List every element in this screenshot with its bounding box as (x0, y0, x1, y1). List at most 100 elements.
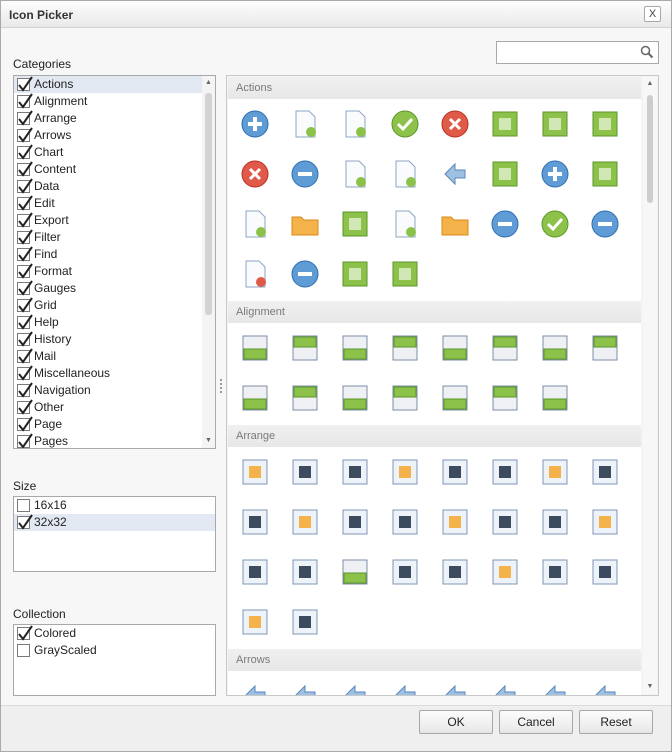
scroll-up-icon[interactable]: ▲ (643, 78, 657, 90)
bring-forward-2-icon[interactable] (489, 456, 521, 488)
search-box[interactable] (496, 41, 659, 64)
cancel-red-icon[interactable] (439, 108, 471, 140)
redo-icon[interactable] (539, 208, 571, 240)
category-item[interactable]: Chart (14, 144, 215, 161)
send-to-back-icon[interactable] (239, 506, 271, 538)
move-icon[interactable] (489, 158, 521, 190)
category-item[interactable]: Navigation (14, 382, 215, 399)
checkbox[interactable] (17, 644, 30, 657)
checkbox[interactable] (17, 212, 33, 228)
distribute-columns-icon[interactable] (439, 382, 471, 414)
apply-icon[interactable] (389, 108, 421, 140)
align-right-icon[interactable] (339, 382, 371, 414)
bring-forward-icon[interactable] (239, 456, 271, 488)
send-to-back-2-icon[interactable] (339, 506, 371, 538)
checkbox[interactable] (17, 110, 33, 126)
category-item[interactable]: Page (14, 416, 215, 433)
checkbox[interactable] (17, 416, 33, 432)
delete-document-icon[interactable] (389, 158, 421, 190)
wrap-in-front-icon[interactable] (439, 506, 471, 538)
checkbox[interactable] (17, 195, 33, 211)
send-backward-2-icon[interactable] (589, 456, 621, 488)
scroll-thumb[interactable] (205, 93, 212, 315)
double-last-icon[interactable] (289, 680, 321, 696)
edit-image-icon[interactable] (589, 158, 621, 190)
insert-icon[interactable] (239, 208, 271, 240)
scroll-up-icon[interactable]: ▲ (202, 77, 215, 89)
send-backward-icon[interactable] (539, 456, 571, 488)
checkbox[interactable] (17, 127, 33, 143)
wrap-behind-icon[interactable] (389, 506, 421, 538)
category-item[interactable]: Pages (14, 433, 215, 448)
delete-icon[interactable] (239, 158, 271, 190)
add-icon[interactable] (239, 108, 271, 140)
checkbox[interactable] (17, 76, 33, 92)
copy-icon[interactable] (339, 208, 371, 240)
picture-float-icon[interactable] (289, 606, 321, 638)
category-item[interactable]: Find (14, 246, 215, 263)
checkbox[interactable] (17, 433, 33, 448)
checkbox[interactable] (17, 331, 33, 347)
close-button[interactable]: X (644, 6, 661, 22)
category-item[interactable]: History (14, 331, 215, 348)
scroll-down-icon[interactable]: ▼ (643, 681, 657, 693)
checkbox[interactable] (17, 161, 33, 177)
last-icon[interactable] (489, 680, 521, 696)
bring-to-front-circle-icon[interactable] (389, 456, 421, 488)
remove-document-blue-icon[interactable] (239, 258, 271, 290)
checkbox[interactable] (17, 144, 33, 160)
picture-bottom-icon[interactable] (539, 556, 571, 588)
category-item[interactable]: Export (14, 212, 215, 229)
text-alignment-icon[interactable] (539, 382, 571, 414)
align-top-icon[interactable] (439, 332, 471, 364)
category-item[interactable]: Arrows (14, 127, 215, 144)
open-folder-icon[interactable] (289, 208, 321, 240)
picture-top-icon[interactable] (439, 556, 471, 588)
picture-inline-icon[interactable] (239, 606, 271, 638)
double-first-icon[interactable] (239, 680, 271, 696)
bring-to-front-2-icon[interactable] (339, 456, 371, 488)
wrap-square-icon[interactable] (489, 506, 521, 538)
download-icon[interactable] (439, 158, 471, 190)
collection-item[interactable]: Colored (14, 625, 215, 642)
category-item[interactable]: Filter (14, 229, 215, 246)
collection-list[interactable]: Colored GrayScaled (13, 624, 216, 696)
category-item[interactable]: Arrange (14, 110, 215, 127)
checkbox[interactable] (17, 514, 33, 530)
show-icon[interactable] (289, 258, 321, 290)
checkbox[interactable] (17, 297, 33, 313)
category-item[interactable]: Data (14, 178, 215, 195)
search-input[interactable] (499, 44, 635, 61)
category-item[interactable]: Alignment (14, 93, 215, 110)
align-middle-icon[interactable] (339, 332, 371, 364)
checkbox[interactable] (17, 348, 33, 364)
categories-scrollbar[interactable]: ▲ ▼ (202, 76, 215, 448)
scroll-down-icon[interactable]: ▼ (202, 435, 215, 447)
category-item[interactable]: Edit (14, 195, 215, 212)
distribute-rows-icon[interactable] (489, 382, 521, 414)
checkbox[interactable] (17, 499, 30, 512)
split-horizontal-icon[interactable] (339, 258, 371, 290)
align-vertical-center-icon[interactable] (539, 332, 571, 364)
center-horizontal-icon[interactable] (589, 332, 621, 364)
send-to-back-circle-icon[interactable] (289, 506, 321, 538)
checkbox[interactable] (17, 229, 33, 245)
cancel-button[interactable]: Cancel (499, 710, 573, 734)
folder-icon[interactable] (439, 208, 471, 240)
down-icon[interactable] (539, 680, 571, 696)
size-list[interactable]: 16x16 32x32 (13, 496, 216, 572)
checkbox[interactable] (17, 382, 33, 398)
collection-item[interactable]: GrayScaled (14, 642, 215, 659)
merge-horizontal-icon[interactable] (389, 258, 421, 290)
checkbox[interactable] (17, 314, 33, 330)
picture-text-icon[interactable] (589, 556, 621, 588)
checkbox[interactable] (17, 263, 33, 279)
reset-button[interactable]: Reset (579, 710, 653, 734)
eraser-icon[interactable] (489, 108, 521, 140)
category-item[interactable]: Other (14, 399, 215, 416)
category-item[interactable]: Help (14, 314, 215, 331)
checkbox[interactable] (17, 399, 33, 415)
size-item[interactable]: 16x16 (14, 497, 215, 514)
reset-icon[interactable] (489, 208, 521, 240)
wrap-tight-icon[interactable] (539, 506, 571, 538)
